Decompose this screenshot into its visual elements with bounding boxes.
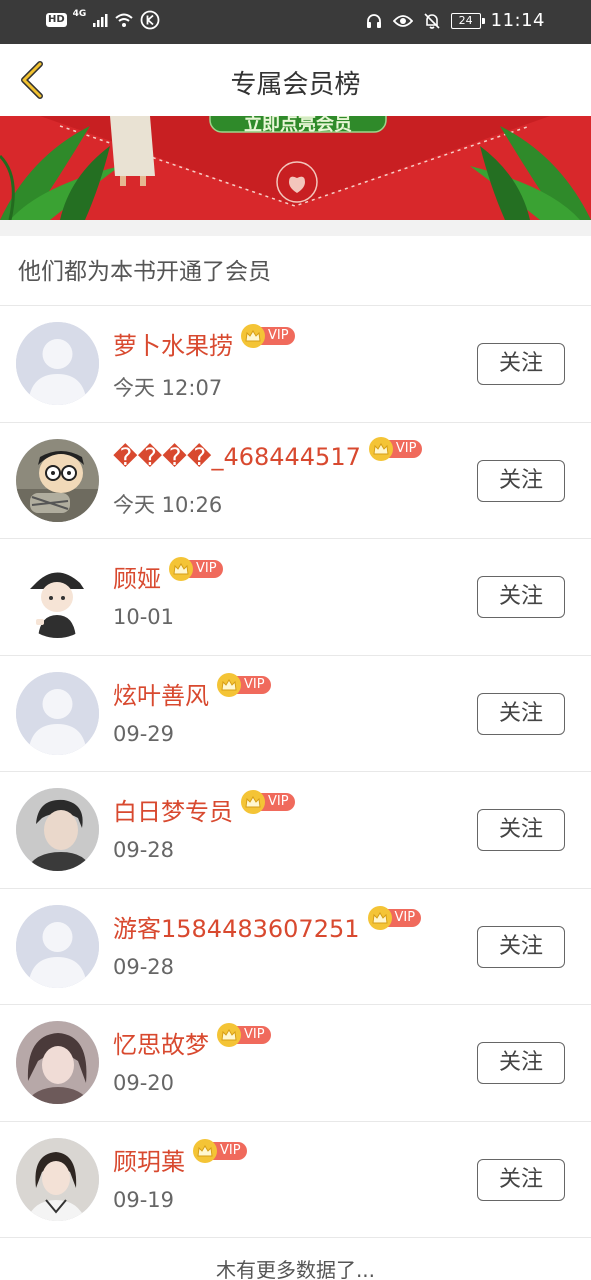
vip-badge: VIP — [169, 556, 223, 581]
member-list: 萝卜水果捞 VIP 今天 12:07 关注 ����_468444517 VIP… — [0, 306, 591, 1238]
member-name-line: 顾娅 VIP — [113, 556, 223, 594]
follow-button[interactable]: 关注 — [477, 459, 565, 502]
avatar[interactable] — [16, 1137, 99, 1221]
member-time: 09-28 — [113, 954, 175, 979]
member-name[interactable]: 炫叶善风 — [113, 676, 209, 711]
default-avatar-icon — [16, 322, 99, 405]
vip-badge: VIP — [217, 673, 271, 697]
status-right: 24 11:14 — [365, 10, 545, 31]
status-bar: HD 4G 24 11:14 — [0, 0, 591, 44]
signal-icon — [93, 14, 108, 27]
vip-badge: VIP — [367, 906, 422, 930]
member-time: 今天 12:07 — [113, 376, 223, 400]
member-name[interactable]: 游客1584483607251 — [113, 909, 360, 944]
avatar[interactable] — [16, 438, 99, 522]
member-name[interactable]: 萝卜水果捞 — [113, 326, 233, 361]
banner-button-label: 立即点亮会员 — [244, 116, 352, 135]
crown-icon — [193, 1139, 217, 1163]
member-name-line: 炫叶善风 VIP — [113, 673, 271, 711]
page-title: 专属会员榜 — [230, 70, 361, 100]
avatar[interactable] — [16, 904, 99, 988]
follow-button[interactable]: 关注 — [477, 809, 565, 851]
photo-avatar-icon — [16, 1137, 99, 1221]
member-name-line: 忆思故梦 VIP — [113, 1022, 271, 1060]
divider-strip — [0, 220, 591, 236]
member-name[interactable]: 白日梦专员 — [113, 792, 233, 827]
list-item[interactable]: 忆思故梦 VIP 09-20 关注 — [0, 1005, 591, 1122]
clock: 11:14 — [490, 10, 545, 31]
follow-button[interactable]: 关注 — [477, 1042, 565, 1084]
member-time: 09-28 — [113, 838, 175, 862]
nav-header: 专属会员榜 — [0, 44, 591, 116]
list-item[interactable]: 顾娅 VIP 10-01 关注 — [0, 539, 591, 656]
list-item[interactable]: 萝卜水果捞 VIP 今天 12:07 关注 — [0, 306, 591, 423]
vip-badge: VIP — [217, 1022, 271, 1047]
avatar[interactable] — [16, 322, 99, 405]
bell-off-icon — [424, 12, 440, 29]
member-name-line: ����_468444517 VIP — [113, 436, 423, 471]
follow-button[interactable]: 关注 — [477, 1158, 565, 1201]
avatar[interactable] — [16, 555, 99, 638]
member-name-line: 白日梦专员 VIP — [113, 789, 295, 827]
wifi-icon — [115, 13, 133, 27]
anime-avatar-icon — [16, 555, 99, 638]
hd-icon: HD — [46, 13, 67, 27]
member-name[interactable]: ����_468444517 — [113, 443, 361, 471]
member-name[interactable]: 顾娅 — [113, 559, 161, 594]
crown-icon — [217, 673, 241, 697]
list-item[interactable]: 游客1584483607251 VIP 09-28 关注 — [0, 889, 591, 1005]
crown-icon — [217, 1022, 241, 1047]
member-time: 09-29 — [113, 721, 175, 746]
vip-badge: VIP — [193, 1139, 247, 1163]
member-time: 09-20 — [113, 1071, 175, 1095]
member-time: 09-19 — [113, 1187, 175, 1212]
avatar[interactable] — [16, 1021, 99, 1104]
list-item[interactable]: ����_468444517 VIP 今天 10:26 关注 — [0, 423, 591, 539]
member-name[interactable]: 忆思故梦 — [113, 1025, 209, 1060]
photo-avatar-icon — [16, 1021, 99, 1104]
default-avatar-icon — [16, 904, 99, 988]
member-name-line: 顾玥菓 VIP — [113, 1139, 247, 1177]
vip-badge: VIP — [241, 323, 295, 348]
cartoon-avatar-icon — [16, 438, 99, 522]
list-item[interactable]: 白日梦专员 VIP 09-28 关注 — [0, 772, 591, 889]
list-item[interactable]: 顾玥菓 VIP 09-19 关注 — [0, 1122, 591, 1238]
member-name-line: 萝卜水果捞 VIP — [113, 323, 295, 361]
eye-icon — [392, 14, 413, 27]
member-time: 10-01 — [113, 605, 175, 629]
section-title: 他们都为本书开通了会员 — [0, 236, 591, 306]
crown-icon — [241, 323, 265, 348]
vip-badge: VIP — [241, 789, 295, 814]
follow-button[interactable]: 关注 — [477, 925, 565, 968]
follow-button[interactable]: 关注 — [477, 576, 565, 618]
follow-button[interactable]: 关注 — [477, 692, 565, 735]
membership-banner[interactable]: 立即点亮会员 — [0, 116, 591, 220]
default-avatar-icon — [16, 671, 99, 755]
member-time: 今天 10:26 — [113, 492, 223, 517]
photo-avatar-icon — [16, 788, 99, 871]
avatar[interactable] — [16, 788, 99, 871]
crown-icon — [241, 789, 265, 814]
follow-button[interactable]: 关注 — [477, 343, 565, 385]
vpn-k-icon — [140, 10, 160, 30]
list-item[interactable]: 炫叶善风 VIP 09-29 关注 — [0, 656, 591, 772]
battery-icon: 24 — [450, 12, 485, 29]
crown-icon — [368, 436, 393, 461]
vip-badge: VIP — [368, 436, 423, 461]
status-left: HD 4G — [46, 9, 160, 30]
network-type: 4G — [72, 9, 87, 19]
no-more-data-text: 木有更多数据了... — [215, 1258, 376, 1280]
member-name-line: 游客1584483607251 VIP — [113, 906, 422, 944]
crown-icon — [367, 906, 392, 930]
headset-icon — [366, 13, 381, 28]
member-name[interactable]: 顾玥菓 — [113, 1142, 185, 1177]
crown-icon — [169, 556, 193, 581]
avatar[interactable] — [16, 671, 99, 755]
